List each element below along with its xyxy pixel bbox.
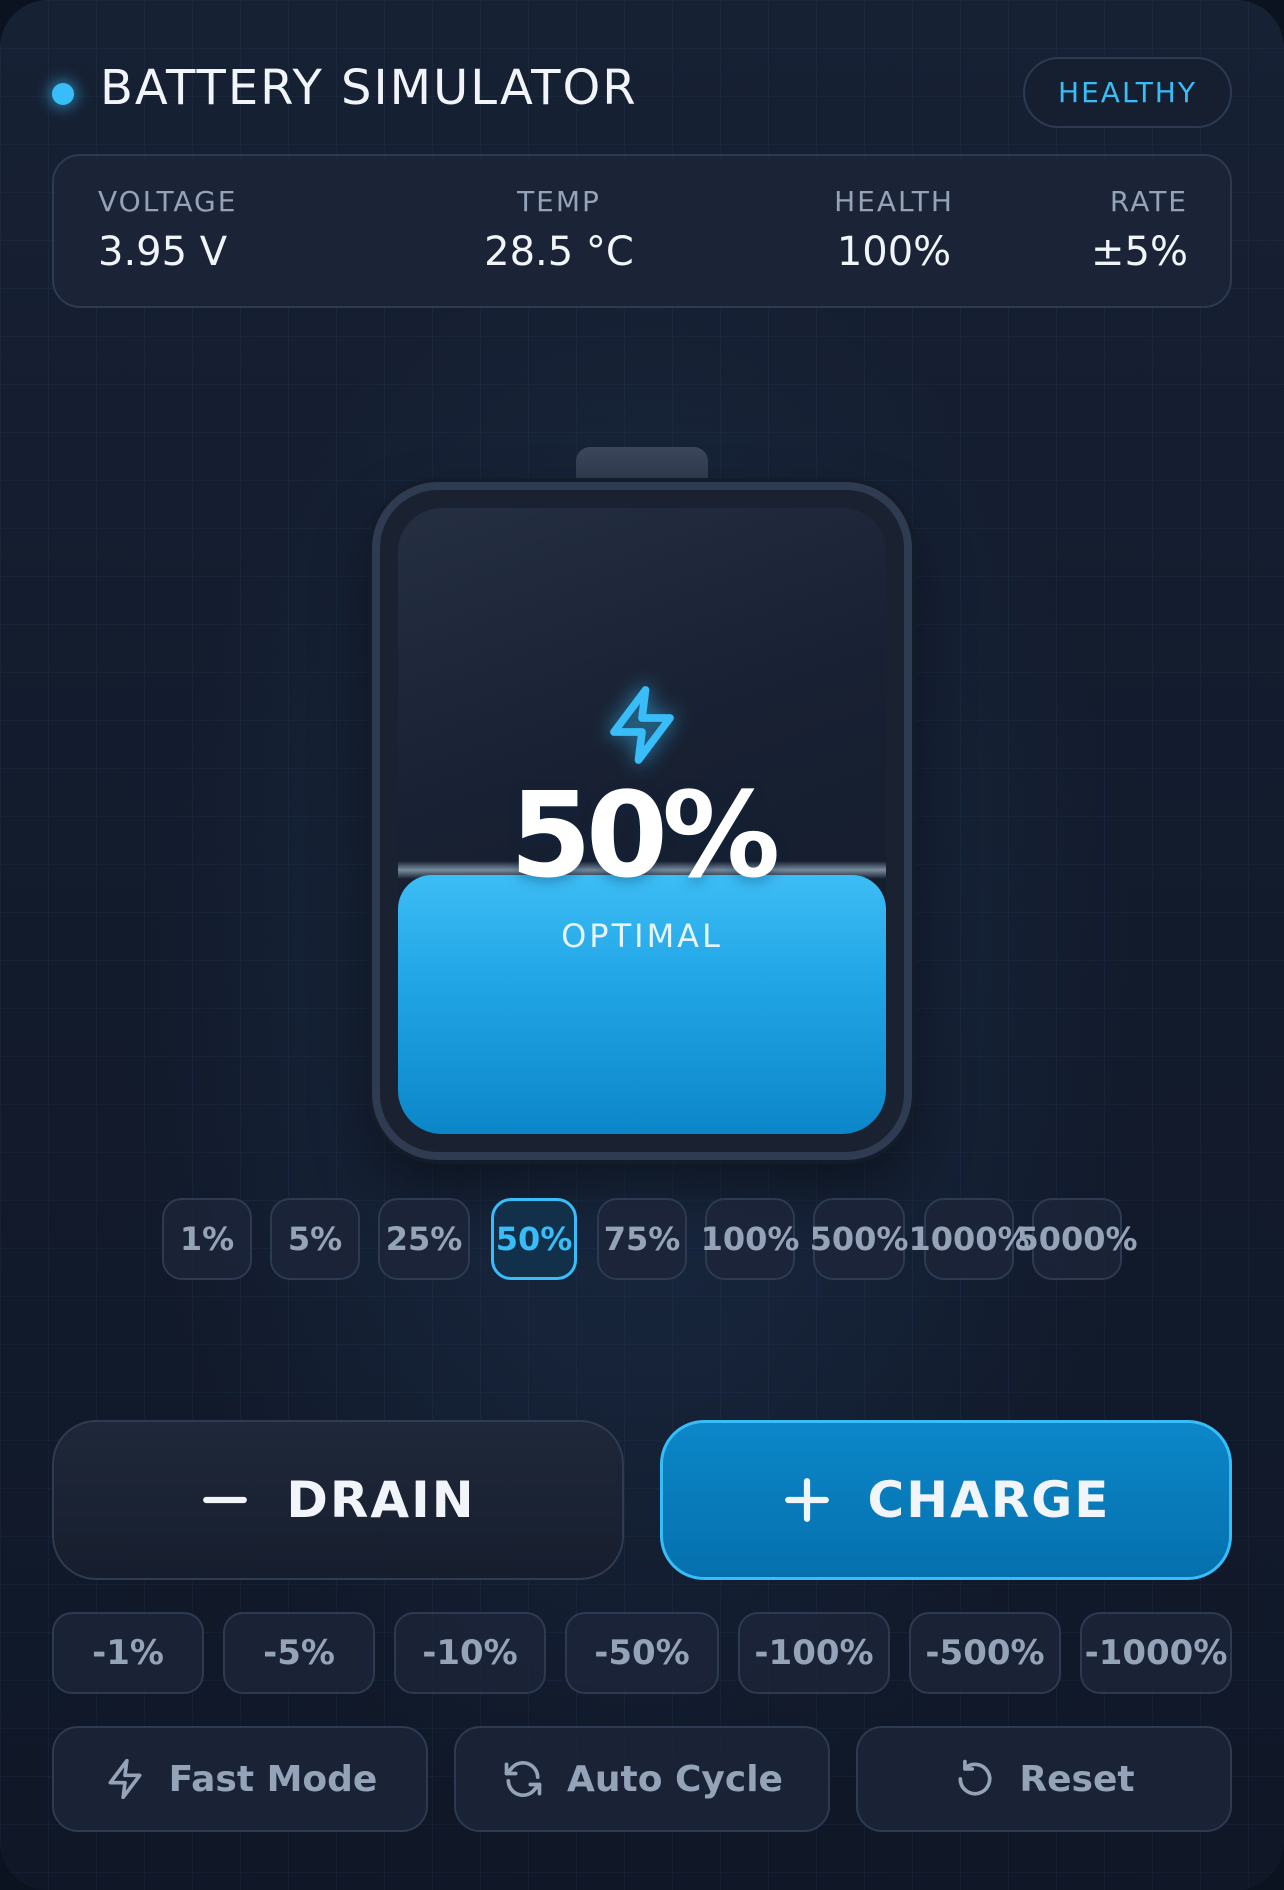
stat-value: 3.95 V bbox=[98, 229, 228, 275]
level-preset-25[interactable]: 25% bbox=[378, 1198, 470, 1280]
stat-label: TEMP bbox=[517, 185, 601, 218]
level-preset-500[interactable]: 500% bbox=[810, 1198, 908, 1280]
battery-fill-level bbox=[398, 875, 886, 1134]
status-dot-icon bbox=[52, 83, 74, 105]
reset-icon bbox=[958, 1759, 992, 1796]
charge-state-label: OPTIMAL bbox=[561, 917, 723, 955]
page-title: BATTERY SIMULATOR bbox=[100, 60, 638, 116]
stat-voltage: VOLTAGE 3.95 V bbox=[98, 184, 237, 278]
level-preset-75[interactable]: 75% bbox=[597, 1198, 687, 1280]
status-badge: HEALTHY bbox=[1023, 57, 1232, 128]
level-preset-50[interactable]: 50% bbox=[491, 1198, 577, 1280]
bolt-icon bbox=[108, 1758, 142, 1800]
level-preset-100[interactable]: 100% bbox=[701, 1198, 799, 1280]
stat-label: RATE bbox=[1109, 185, 1188, 218]
level-preset-5000[interactable]: 5000% bbox=[1016, 1198, 1138, 1280]
reset-label: Reset bbox=[1019, 1758, 1135, 1800]
charge-percent: 50% bbox=[509, 766, 780, 904]
level-preset-5[interactable]: 5% bbox=[270, 1198, 360, 1280]
charge-button[interactable]: CHARGE bbox=[660, 1420, 1232, 1580]
drain-button[interactable]: DRAIN bbox=[52, 1420, 624, 1580]
level-preset-1000[interactable]: 1000% bbox=[908, 1198, 1030, 1280]
fast-mode-label: Fast Mode bbox=[168, 1758, 378, 1800]
stat-rate: RATE ±5% bbox=[1091, 184, 1188, 278]
stat-health: HEALTH 100% bbox=[774, 184, 1014, 278]
level-preset-1[interactable]: 1% bbox=[162, 1198, 252, 1280]
stats-panel: VOLTAGE 3.95 V TEMP 28.5 °C HEALTH 100% … bbox=[52, 154, 1232, 308]
minus-icon bbox=[203, 1496, 248, 1504]
drain-step-500[interactable]: -500% bbox=[909, 1612, 1061, 1694]
drain-step-1[interactable]: -1% bbox=[52, 1612, 204, 1694]
plus-icon bbox=[784, 1478, 829, 1522]
drain-step-100[interactable]: -100% bbox=[738, 1612, 890, 1694]
refresh-icon bbox=[504, 1761, 542, 1797]
stat-temp: TEMP 28.5 °C bbox=[394, 184, 724, 278]
battery-simulator-app: BATTERY SIMULATOR HEALTHY VOLTAGE 3.95 V… bbox=[0, 0, 1284, 1890]
stat-value: 28.5 °C bbox=[484, 229, 634, 275]
bolt-icon bbox=[610, 686, 674, 764]
stat-label: VOLTAGE bbox=[98, 185, 238, 218]
drain-button-label: DRAIN bbox=[286, 1471, 476, 1529]
auto-cycle-button[interactable]: Auto Cycle bbox=[454, 1726, 830, 1832]
auto-cycle-label: Auto Cycle bbox=[567, 1758, 783, 1800]
stat-label: HEALTH bbox=[834, 185, 954, 218]
reset-button[interactable]: Reset bbox=[856, 1726, 1232, 1832]
charge-button-label: CHARGE bbox=[867, 1471, 1111, 1529]
fast-mode-button[interactable]: Fast Mode bbox=[52, 1726, 428, 1832]
drain-step-1000[interactable]: -1000% bbox=[1080, 1612, 1232, 1694]
drain-step-50[interactable]: -50% bbox=[565, 1612, 719, 1694]
stat-value: ±5% bbox=[1091, 229, 1188, 275]
drain-step-10[interactable]: -10% bbox=[394, 1612, 546, 1694]
stat-value: 100% bbox=[836, 229, 952, 275]
drain-step-5[interactable]: -5% bbox=[223, 1612, 375, 1694]
